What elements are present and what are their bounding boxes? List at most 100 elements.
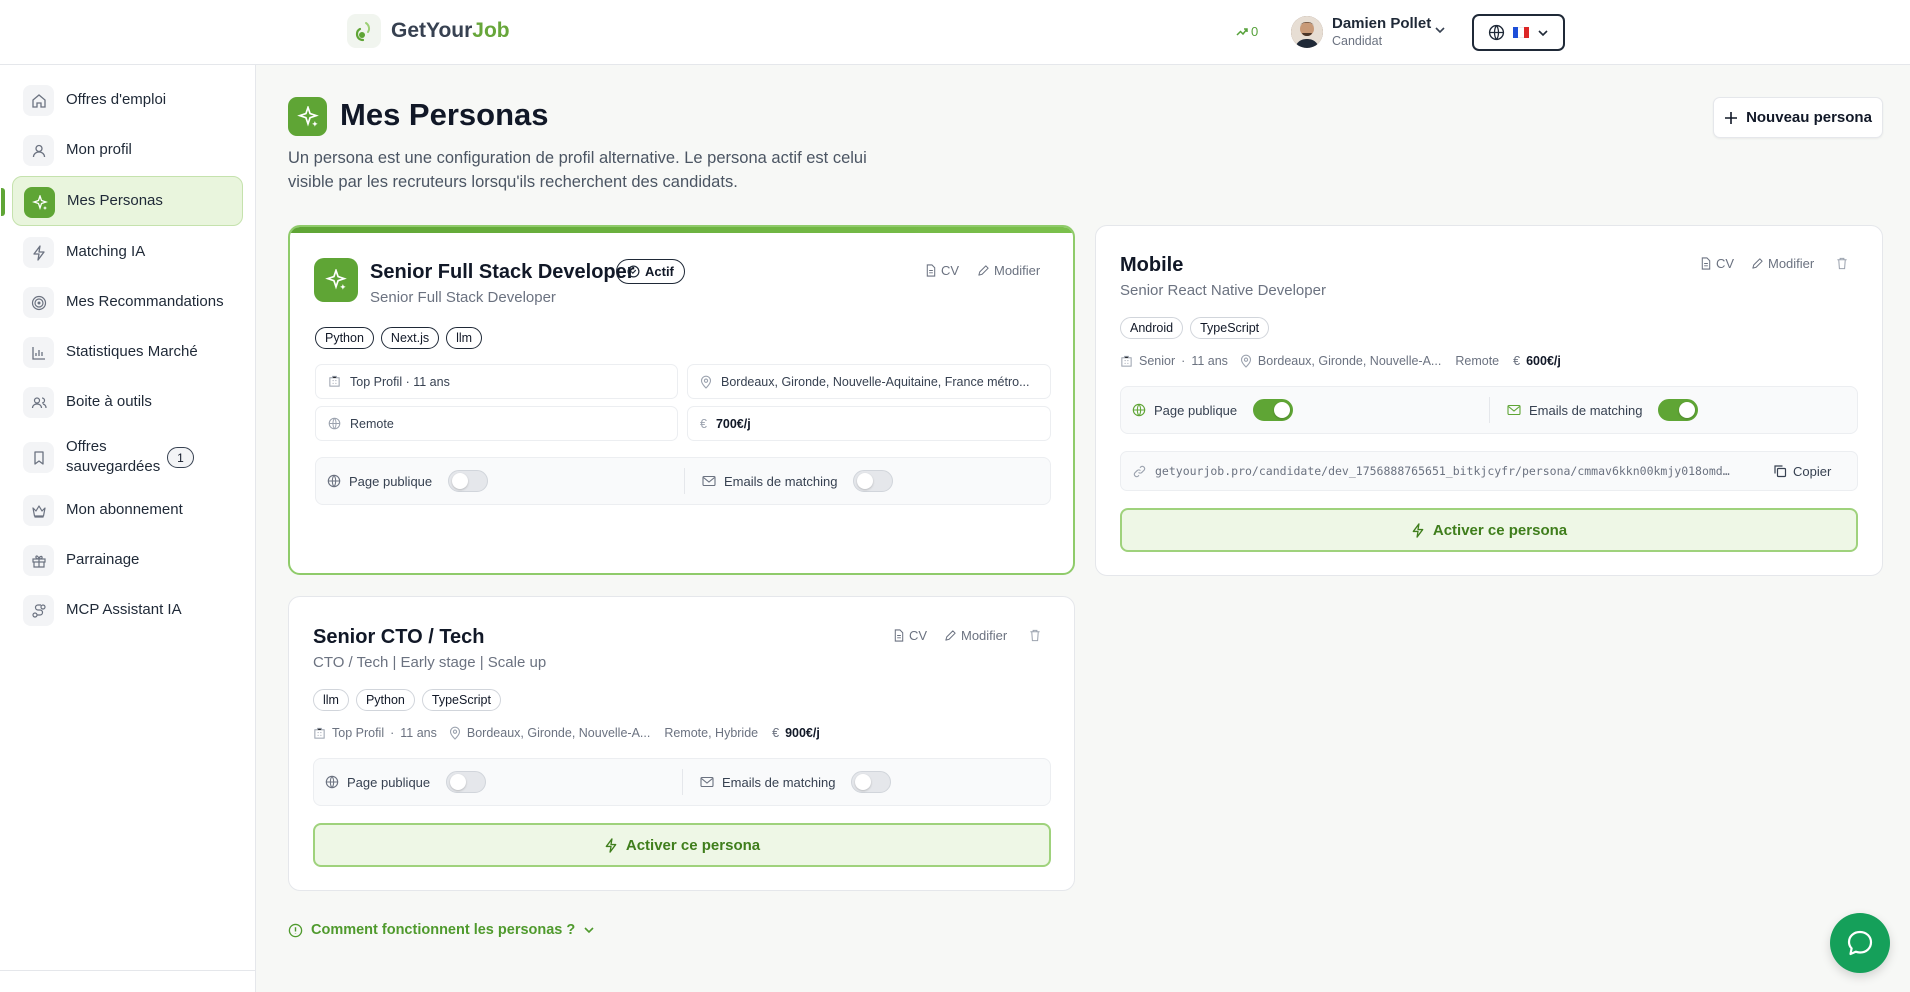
- edit-button[interactable]: Modifier: [977, 263, 1040, 278]
- sidebar-item-recommendations[interactable]: Mes Recommandations: [12, 277, 243, 327]
- cv-button[interactable]: CV: [925, 263, 959, 278]
- how-personas-work-toggle[interactable]: Comment fonctionnent les personas ?: [288, 922, 595, 938]
- sidebar-item-label: Mes Personas: [67, 192, 163, 209]
- map-pin-icon: [1240, 354, 1251, 368]
- skill-tag: Python: [355, 689, 415, 711]
- persona-card-mobile: Mobile Senior React Native Developer CV …: [1095, 225, 1883, 576]
- rate-text: 600€/j: [1526, 354, 1561, 368]
- visibility-toggles: Page publique Emails de matching: [313, 758, 1051, 806]
- user-name[interactable]: Damien Pollet: [1332, 15, 1431, 32]
- persona-tags: Python Next.js llm: [315, 327, 483, 349]
- visibility-toggles: Page publique Emails de matching: [1120, 386, 1858, 434]
- matching-emails-toggle[interactable]: [1658, 399, 1699, 421]
- sidebar-item-market-stats[interactable]: Statistiques Marché: [12, 327, 243, 377]
- location-text: Bordeaux, Gironde, Nouvelle-A...: [466, 726, 651, 740]
- users-icon: [23, 387, 54, 418]
- sidebar-item-saved-offers[interactable]: Offres sauvegardées 1: [12, 432, 243, 482]
- matching-emails-toggle-group: Emails de matching: [702, 458, 894, 504]
- sidebar-item-label: Offres d'emploi: [66, 91, 167, 108]
- persona-title: Mobile: [1120, 254, 1184, 276]
- sidebar-item-matching[interactable]: Matching IA: [12, 227, 243, 277]
- cv-button[interactable]: CV: [1700, 256, 1734, 271]
- brand-name: GetYourJob: [391, 19, 510, 43]
- skill-tag: llm: [446, 327, 483, 349]
- sidebar-item-job-offers[interactable]: Offres d'emploi: [12, 75, 243, 125]
- remote-text: Remote, Hybride: [664, 726, 759, 740]
- activate-label: Activer ce persona: [625, 836, 761, 854]
- toggle-divider: [684, 468, 685, 494]
- matching-emails-toggle[interactable]: [853, 470, 894, 492]
- globe-icon: [327, 474, 341, 488]
- building-icon: [1121, 355, 1132, 367]
- sidebar-item-label: Matching IA: [66, 243, 146, 260]
- persona-subtitle: CTO / Tech | Early stage | Scale up: [313, 654, 547, 671]
- public-page-toggle[interactable]: [1253, 399, 1294, 421]
- copy-url-button[interactable]: Copier: [1773, 464, 1831, 479]
- persona-meta-row: Top Profil · 11 ans Bordeaux, Gironde, N…: [313, 726, 820, 740]
- persona-card-cto: Senior CTO / Tech CTO / Tech | Early sta…: [288, 596, 1075, 891]
- logo-mark-icon: [347, 14, 381, 48]
- sidebar-item-profile[interactable]: Mon profil: [12, 125, 243, 175]
- trend-count: 0: [1251, 24, 1259, 39]
- matching-emails-label: Emails de matching: [724, 473, 838, 489]
- cv-button[interactable]: CV: [893, 628, 927, 643]
- chat-button[interactable]: [1830, 913, 1890, 973]
- edit-button[interactable]: Modifier: [944, 628, 1007, 643]
- euro-icon: €: [1513, 354, 1521, 368]
- edit-label: Modifier: [961, 628, 1008, 643]
- plus-icon: [1725, 111, 1738, 124]
- new-persona-label: Nouveau persona: [1746, 109, 1872, 126]
- active-card-top-bar: [290, 227, 1073, 233]
- sidebar-item-referral[interactable]: Parrainage: [12, 535, 243, 585]
- level-text: Top Profil · 11 ans: [350, 374, 450, 389]
- public-page-label: Page publique: [349, 473, 433, 489]
- matching-emails-toggle-group: Emails de matching: [700, 759, 892, 805]
- brand-logo[interactable]: GetYourJob: [347, 14, 510, 48]
- target-icon: [23, 287, 54, 318]
- copy-label: Copier: [1793, 463, 1832, 479]
- rate-text: 700€/j: [715, 416, 751, 431]
- new-persona-button[interactable]: Nouveau persona: [1713, 97, 1883, 138]
- info-circle-icon: [288, 923, 303, 937]
- trend-indicator[interactable]: 0: [1236, 24, 1258, 39]
- edit-button[interactable]: Modifier: [1751, 256, 1814, 271]
- public-url-text[interactable]: getyourjob.pro/candidate/dev_17568887656…: [1155, 464, 1755, 478]
- public-page-toggle[interactable]: [448, 470, 489, 492]
- level-info: Top Profil · 11 ans: [315, 364, 678, 399]
- building-icon: [329, 375, 340, 387]
- activate-persona-button[interactable]: Activer ce persona: [1120, 508, 1858, 552]
- french-flag-icon: [1513, 27, 1529, 38]
- trash-icon[interactable]: [1029, 629, 1041, 642]
- sidebar-item-label: MCP Assistant IA: [66, 601, 182, 618]
- how-personas-work-label: Comment fonctionnent les personas ?: [311, 922, 576, 938]
- language-selector[interactable]: [1472, 14, 1565, 51]
- sparkles-icon: [24, 187, 55, 218]
- rate-info: € 700€/j: [687, 406, 1051, 441]
- activate-persona-button[interactable]: Activer ce persona: [313, 823, 1051, 867]
- trash-icon[interactable]: [1836, 257, 1848, 270]
- chevron-down-icon: [584, 927, 594, 934]
- sidebar-item-label: Boite à outils: [66, 393, 152, 410]
- location-text: Bordeaux, Gironde, Nouvelle-Aquitaine, F…: [721, 374, 1030, 389]
- page-title-sparkles-icon: [288, 97, 327, 136]
- sidebar-item-mcp-assistant[interactable]: MCP Assistant IA: [12, 585, 243, 635]
- public-page-toggle-group: Page publique: [1132, 387, 1294, 433]
- chevron-down-icon: [1538, 29, 1548, 36]
- public-url-box: getyourjob.pro/candidate/dev_17568887656…: [1120, 451, 1858, 491]
- sidebar-item-personas[interactable]: Mes Personas: [1, 176, 243, 226]
- mail-icon: [702, 475, 716, 487]
- public-page-toggle[interactable]: [446, 771, 487, 793]
- persona-title: Senior Full Stack Developer: [370, 261, 635, 283]
- sidebar: Offres d'emploi Mon profil Mes Personas …: [0, 65, 256, 992]
- gift-icon: [23, 545, 54, 576]
- sidebar-item-toolbox[interactable]: Boite à outils: [12, 377, 243, 427]
- skill-tag: Next.js: [380, 327, 440, 349]
- matching-emails-toggle[interactable]: [851, 771, 892, 793]
- location-info: Bordeaux, Gironde, Nouvelle-Aquitaine, F…: [687, 364, 1051, 399]
- home-icon: [23, 85, 54, 116]
- user-avatar[interactable]: [1291, 16, 1323, 48]
- user-menu-chevron-icon[interactable]: [1434, 24, 1446, 36]
- pencil-icon: [978, 265, 989, 276]
- sidebar-item-subscription[interactable]: Mon abonnement: [12, 485, 243, 535]
- file-icon: [894, 629, 904, 642]
